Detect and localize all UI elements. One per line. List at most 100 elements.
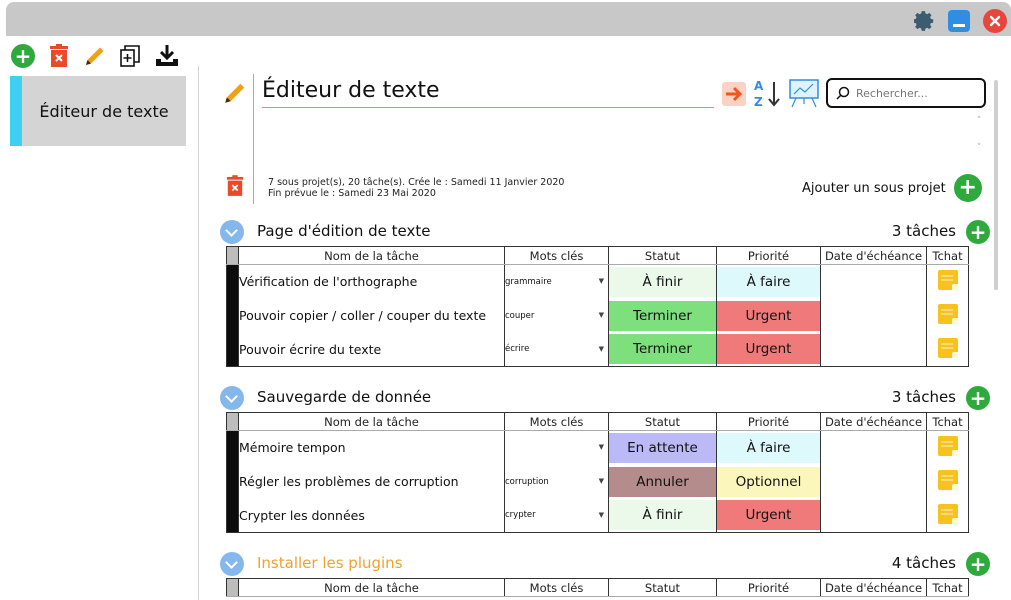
keyword-select[interactable]: ▼: [504, 430, 609, 465]
collapse-chevron-icon[interactable]: [220, 220, 244, 244]
task-name[interactable]: Mémoire tempon: [238, 430, 505, 465]
chart-button[interactable]: [788, 78, 820, 112]
status-cell[interactable]: À finir: [608, 264, 717, 299]
settings-gear-icon[interactable]: [914, 10, 936, 32]
chat-note-icon[interactable]: [937, 470, 958, 490]
add-project-button[interactable]: +: [10, 43, 36, 69]
due-date-cell[interactable]: [820, 332, 927, 367]
delete-project-button[interactable]: [46, 43, 72, 69]
export-project-button[interactable]: [154, 43, 180, 69]
table-row[interactable]: Régler les problèmes de corruption corrup…: [226, 464, 969, 499]
column-header[interactable]: Tchat: [926, 412, 969, 431]
keyword-select[interactable]: couper ▼: [504, 298, 609, 333]
chat-note-icon[interactable]: [937, 436, 958, 457]
search-input[interactable]: [856, 86, 976, 100]
chat-cell[interactable]: [926, 464, 969, 499]
subproject-title[interactable]: Installer les plugins: [257, 554, 403, 572]
priority-cell[interactable]: À faire: [716, 264, 821, 299]
dropdown-arrow-icon[interactable]: ▼: [599, 477, 604, 485]
status-cell[interactable]: Annuler: [608, 464, 717, 499]
table-row[interactable]: Crypter les données crypter ▼ À finir Urgent: [226, 498, 969, 533]
column-header[interactable]: Date d'échéance: [820, 246, 927, 265]
due-date-cell[interactable]: [820, 464, 927, 499]
column-header[interactable]: Priorité: [716, 246, 821, 265]
keyword-select[interactable]: crypter ▼: [504, 498, 609, 533]
priority-cell[interactable]: Urgent: [716, 498, 821, 533]
dropdown-arrow-icon[interactable]: ▼: [599, 511, 604, 519]
column-header[interactable]: Mots clés: [504, 578, 609, 597]
due-date-cell[interactable]: [820, 430, 927, 465]
keyword-select[interactable]: écrire ▼: [504, 332, 609, 367]
due-date-cell[interactable]: [820, 298, 927, 333]
task-name[interactable]: Vérification de l'orthographe: [238, 264, 505, 299]
due-date-cell[interactable]: [820, 498, 927, 533]
priority-cell[interactable]: Optionnel: [716, 464, 821, 499]
close-button[interactable]: [983, 9, 1007, 33]
column-header[interactable]: Mots clés: [504, 412, 609, 431]
table-row[interactable]: Mémoire tempon ▼ En attente À faire: [226, 430, 969, 465]
column-header[interactable]: Mots clés: [504, 246, 609, 265]
keyword-select[interactable]: grammaire ▼: [504, 264, 609, 299]
status-cell[interactable]: Terminer: [608, 298, 717, 333]
status-cell[interactable]: En attente: [608, 430, 717, 465]
search-box[interactable]: [826, 78, 986, 108]
task-name[interactable]: Pouvoir copier / coller / couper du text…: [238, 298, 505, 333]
subproject-title[interactable]: Sauvegarde de donnée: [257, 388, 431, 406]
column-header[interactable]: Statut: [608, 578, 717, 597]
collapse-chevron-icon[interactable]: [220, 386, 244, 410]
add-subproject-button[interactable]: Ajouter un sous projet +: [802, 174, 982, 202]
duplicate-project-button[interactable]: [118, 43, 144, 69]
dropdown-arrow-icon[interactable]: ▼: [599, 345, 604, 353]
task-name[interactable]: Crypter les données: [238, 498, 505, 533]
add-task-button[interactable]: +: [966, 552, 990, 576]
status-cell[interactable]: Terminer: [608, 332, 717, 367]
delete-project-inline-button[interactable]: [226, 174, 244, 202]
table-row[interactable]: Pouvoir copier / coller / couper du text…: [226, 298, 969, 333]
scroll-down-icon[interactable]: ˅: [972, 141, 986, 168]
chat-note-icon[interactable]: [937, 503, 958, 524]
sidebar-item-project[interactable]: Éditeur de texte: [10, 76, 186, 146]
chat-note-icon[interactable]: [937, 304, 958, 324]
keyword-select[interactable]: corruption ▼: [504, 464, 609, 499]
add-task-button[interactable]: +: [966, 220, 990, 244]
column-header[interactable]: Priorité: [716, 578, 821, 597]
description-scrollbar[interactable]: ˄ ˅: [972, 114, 986, 168]
column-header[interactable]: Priorité: [716, 412, 821, 431]
column-header[interactable]: Date d'échéance: [820, 578, 927, 597]
task-name[interactable]: Pouvoir écrire du texte: [238, 332, 505, 367]
chat-cell[interactable]: [926, 264, 969, 299]
sort-az-button[interactable]: AZ: [754, 78, 782, 114]
collapse-chevron-icon[interactable]: [220, 552, 244, 576]
chat-cell[interactable]: [926, 430, 969, 465]
due-date-cell[interactable]: [820, 264, 927, 299]
chat-note-icon[interactable]: [937, 270, 958, 291]
priority-cell[interactable]: Urgent: [716, 332, 821, 367]
project-title[interactable]: Éditeur de texte: [262, 76, 714, 108]
add-task-button[interactable]: +: [966, 386, 990, 410]
subproject-title[interactable]: Page d'édition de texte: [257, 222, 431, 240]
column-header[interactable]: Statut: [608, 246, 717, 265]
status-cell[interactable]: À finir: [608, 498, 717, 533]
dropdown-arrow-icon[interactable]: ▼: [599, 311, 604, 319]
chat-note-icon[interactable]: [937, 337, 958, 358]
scroll-up-icon[interactable]: ˄: [972, 114, 986, 141]
minimize-button[interactable]: [948, 10, 970, 32]
edit-title-button[interactable]: [222, 80, 248, 110]
priority-cell[interactable]: Urgent: [716, 298, 821, 333]
chat-cell[interactable]: [926, 298, 969, 333]
column-header[interactable]: Nom de la tâche: [238, 246, 505, 265]
table-row[interactable]: Pouvoir écrire du texte écrire ▼ Terminer Ur…: [226, 332, 969, 367]
task-name[interactable]: Régler les problèmes de corruption: [238, 464, 505, 499]
column-header[interactable]: Tchat: [926, 578, 969, 597]
column-header[interactable]: Nom de la tâche: [238, 412, 505, 431]
priority-cell[interactable]: À faire: [716, 430, 821, 465]
edit-project-button[interactable]: [82, 43, 108, 69]
column-header[interactable]: Date d'échéance: [820, 412, 927, 431]
chat-cell[interactable]: [926, 332, 969, 367]
column-header[interactable]: Statut: [608, 412, 717, 431]
table-row[interactable]: Vérification de l'orthographe grammaire ▼ À…: [226, 264, 969, 299]
dropdown-arrow-icon[interactable]: ▼: [599, 443, 604, 451]
dropdown-arrow-icon[interactable]: ▼: [599, 277, 604, 285]
next-button[interactable]: [722, 82, 746, 110]
column-header[interactable]: Nom de la tâche: [238, 578, 505, 597]
